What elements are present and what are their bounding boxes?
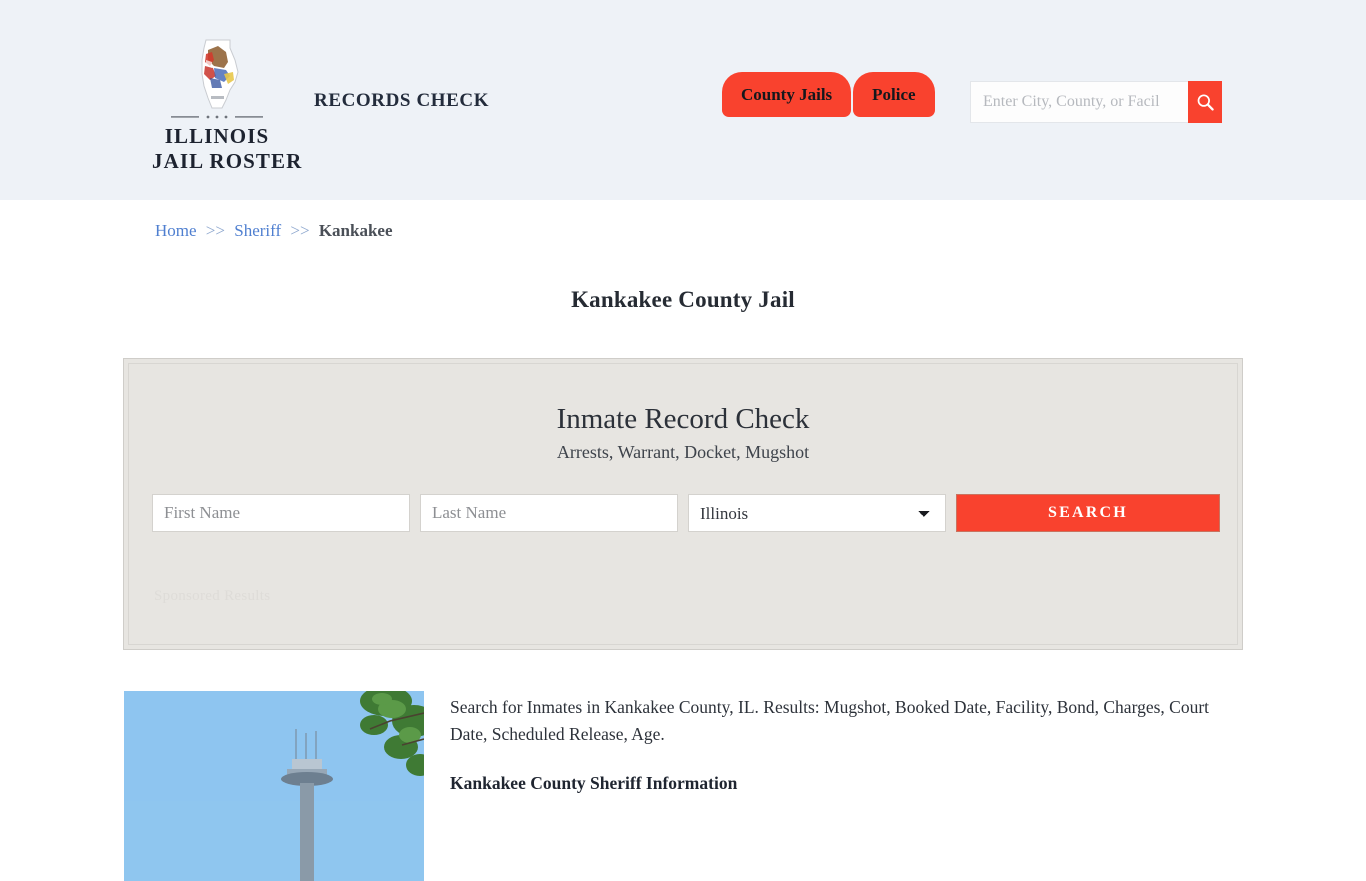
breadcrumb-item-home[interactable]: Home <box>155 221 197 240</box>
sponsored-results-label: Sponsored Results <box>154 588 271 604</box>
jail-photo-image <box>124 691 424 881</box>
header-search-input[interactable] <box>970 81 1189 123</box>
inmate-record-check-card-inner: Inmate Record Check Arrests, Warrant, Do… <box>128 363 1238 645</box>
first-name-input[interactable] <box>152 494 410 532</box>
nav-tab-police[interactable]: Police <box>853 72 935 117</box>
header-search <box>970 81 1222 123</box>
nav-tab-county-jails[interactable]: County Jails <box>722 72 852 117</box>
header-tagline: RECORDS CHECK <box>314 90 490 111</box>
breadcrumb-item-current: Kankakee <box>318 221 393 240</box>
content-section: Search for Inmates in Kankakee County, I… <box>124 691 1244 881</box>
brand-name-line1: ILLINOIS <box>164 124 270 148</box>
content-paragraph: Search for Inmates in Kankakee County, I… <box>450 697 1210 744</box>
breadcrumb: Home >> Sheriff >> Kankakee <box>155 220 393 242</box>
state-select[interactable]: Illinois <box>688 494 946 532</box>
jail-photo-thumbnail <box>124 691 424 881</box>
brand-name-line2: JAIL ROSTER <box>152 149 303 173</box>
site-header: ILLINOIS JAIL ROSTER RECORDS CHECK Count… <box>0 0 1366 200</box>
breadcrumb-separator: >> <box>205 221 225 240</box>
breadcrumb-separator: >> <box>290 221 310 240</box>
inmate-search-form: Illinois SEARCH <box>152 494 1220 532</box>
search-icon <box>1197 93 1214 111</box>
card-subheading: Arrests, Warrant, Docket, Mugshot <box>556 442 810 462</box>
brand-divider-icon <box>171 115 263 119</box>
card-heading: Inmate Record Check <box>556 403 810 435</box>
primary-nav: County Jails Police <box>722 72 935 117</box>
brand-logo[interactable]: ILLINOIS JAIL ROSTER <box>152 38 303 174</box>
inmate-record-check-card: Inmate Record Check Arrests, Warrant, Do… <box>123 358 1243 650</box>
content-subheading: Kankakee County Sheriff Information <box>450 773 738 793</box>
header-inner: ILLINOIS JAIL ROSTER RECORDS CHECK Count… <box>0 0 1366 200</box>
header-search-button[interactable] <box>1188 81 1222 123</box>
breadcrumb-item-sheriff[interactable]: Sheriff <box>234 221 281 240</box>
last-name-input[interactable] <box>420 494 678 532</box>
search-submit-button[interactable]: SEARCH <box>956 494 1220 532</box>
content-text-block: Search for Inmates in Kankakee County, I… <box>450 691 1244 881</box>
page-title: Kankakee County Jail <box>571 287 795 313</box>
illinois-state-outline-icon <box>201 39 239 109</box>
